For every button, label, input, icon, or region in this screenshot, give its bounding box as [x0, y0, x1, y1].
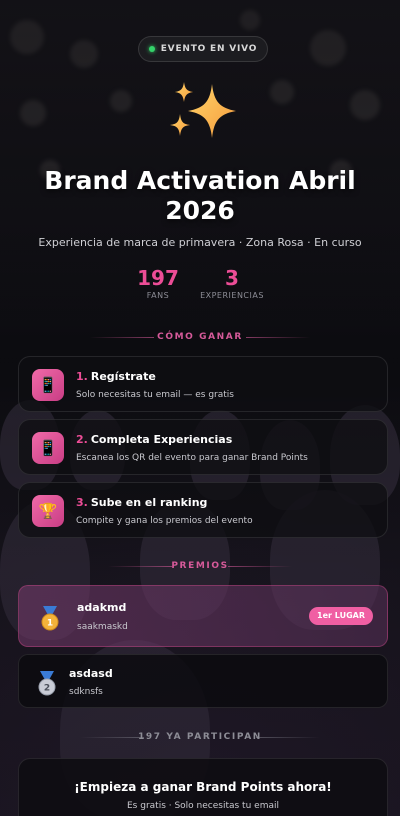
svg-text:2: 2: [44, 684, 50, 694]
event-subtitle: Experiencia de marca de primavera · Zona…: [38, 236, 362, 249]
prize-description: saakmaskd: [77, 622, 128, 632]
step-ranking[interactable]: 🏆 3. Sube en el ranking Compite y gana lo…: [18, 482, 388, 538]
stat-experiences: 3 EXPERIENCIAS: [192, 266, 272, 300]
prizes-heading: PREMIOS: [0, 561, 400, 571]
svg-text:1: 1: [47, 619, 53, 629]
cta-subtitle: Es gratis · Solo necesitas tu email: [127, 801, 279, 811]
trophy-icon: 🏆: [32, 495, 64, 527]
step-title: 2. Completa Experiencias: [76, 433, 233, 446]
phone-icon: 📱: [32, 432, 64, 464]
event-landing-page: EVENTO EN VIVO Brand Activation Abril 20…: [0, 0, 400, 816]
stat-value: 197: [137, 266, 179, 290]
live-status-badge: EVENTO EN VIVO: [138, 36, 268, 62]
sparkles-icon: [170, 82, 236, 138]
step-register[interactable]: 📱 1. Regístrate Solo necesitas tu email —…: [18, 356, 388, 412]
step-description: Solo necesitas tu email — es gratis: [76, 390, 234, 400]
cta-card[interactable]: ¡Empieza a ganar Brand Points ahora! Es …: [18, 758, 388, 816]
silver-medal-icon: 2: [38, 671, 56, 696]
prize-second-place[interactable]: 2 asdasd sdknsfs: [18, 654, 388, 708]
stat-label: FANS: [146, 291, 170, 300]
step-description: Escanea los QR del evento para ganar Bra…: [76, 453, 308, 463]
step-title: 3. Sube en el ranking: [76, 496, 208, 509]
stat-fans: 197 FANS: [130, 266, 186, 300]
prize-first-place[interactable]: 1 adakmd saakmaskd 1er LUGAR: [18, 585, 388, 647]
stat-value: 3: [225, 266, 239, 290]
prize-name: asdasd: [69, 667, 113, 680]
prize-name: adakmd: [77, 601, 127, 614]
cta-title: ¡Empieza a ganar Brand Points ahora!: [74, 780, 332, 794]
phone-icon: 📱: [32, 369, 64, 401]
step-title: 1. Regístrate: [76, 370, 156, 383]
step-complete-experiences[interactable]: 📱 2. Completa Experiencias Escanea los QR…: [18, 419, 388, 475]
how-to-win-heading: CÓMO GANAR: [0, 332, 400, 342]
stat-label: EXPERIENCIAS: [200, 291, 264, 300]
prize-description: sdknsfs: [69, 687, 103, 697]
step-description: Compite y gana los premios del evento: [76, 516, 253, 526]
live-indicator-dot: [148, 46, 155, 52]
first-place-badge: 1er LUGAR: [309, 607, 373, 625]
participants-count: 197 YA PARTICIPAN: [0, 732, 400, 742]
gold-medal-icon: 1: [41, 606, 59, 631]
event-title: Brand Activation Abril 2026: [44, 166, 356, 225]
live-badge-label: EVENTO EN VIVO: [160, 44, 258, 54]
